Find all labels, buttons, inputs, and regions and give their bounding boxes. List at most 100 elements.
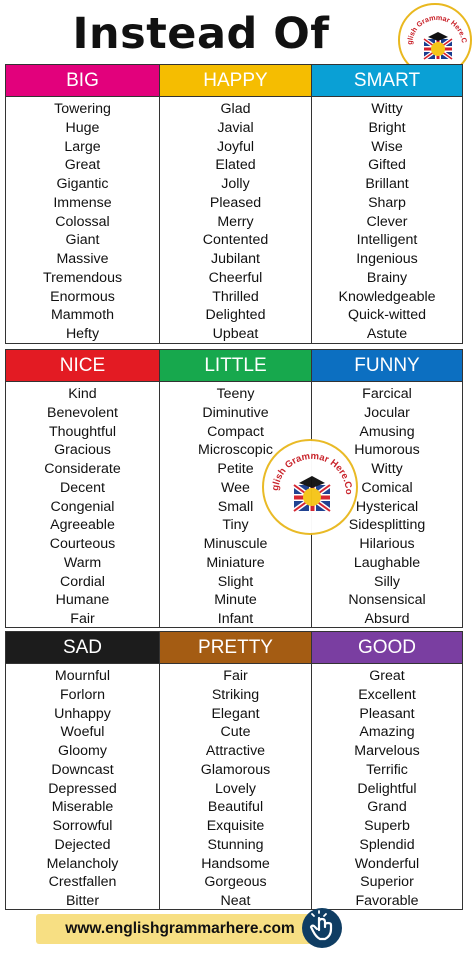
word-list: Witty Bright Wise Gifted Brillant Sharp Clever…: [312, 97, 462, 344]
section-row: NICE Kind Benevolent Thoughtful Gracious Con…: [5, 349, 463, 628]
word-item: Kind: [68, 386, 97, 402]
word-item: Pleased: [209, 194, 262, 211]
hand-pointer-button[interactable]: [302, 908, 342, 948]
word-item: Gorgeous: [204, 874, 267, 891]
word-item: Congenial: [50, 498, 115, 515]
word-item: Superb: [364, 818, 410, 834]
word-column: SAD Mournful Forlorn Unhappy Woeful Gloomy Do…: [6, 632, 159, 909]
word-item: Marvelous: [354, 743, 420, 759]
word-item: Cordial: [60, 573, 105, 590]
word-item: Lovely: [214, 780, 256, 797]
word-item: Contented: [202, 232, 269, 249]
word-item: Bright: [368, 119, 406, 136]
word-item: Considerate: [44, 461, 121, 477]
word-item: Compact: [207, 423, 264, 440]
word-list: Mournful Forlorn Unhappy Woeful Gloomy Downca…: [6, 664, 159, 911]
word-item: Quick-witted: [347, 307, 427, 324]
word-item: Exquisite: [206, 818, 265, 834]
word-item: Immense: [53, 194, 112, 211]
word-item: Amazing: [359, 724, 415, 741]
word-column: NICE Kind Benevolent Thoughtful Gracious Con…: [6, 350, 159, 627]
word-item: Brainy: [366, 269, 408, 286]
column-heading: FUNNY: [312, 350, 462, 382]
word-item: Minute: [214, 592, 257, 609]
word-item: Colossal: [55, 213, 110, 230]
word-item: Grand: [367, 799, 407, 816]
word-item: Bitter: [65, 893, 100, 909]
word-column: GOOD Great Excellent Pleasant Amazing Marvel…: [311, 632, 462, 909]
word-item: Slight: [217, 573, 254, 590]
word-item: Unhappy: [54, 705, 111, 722]
word-item: Elegant: [211, 705, 260, 722]
word-item: Gracious: [54, 442, 111, 459]
word-item: Woeful: [60, 724, 105, 741]
word-item: Splendid: [359, 836, 415, 853]
word-item: Large: [64, 138, 101, 155]
word-item: Ingenious: [356, 251, 418, 267]
word-item: Miniature: [206, 554, 265, 571]
column-heading: BIG: [6, 65, 159, 97]
watermark-graphic: English Grammar Here.Com: [264, 441, 354, 514]
word-item: Astute: [366, 326, 408, 342]
word-item: Towering: [54, 101, 111, 117]
word-item: Delighted: [205, 307, 266, 324]
word-item: Huge: [65, 119, 100, 136]
word-item: Courteous: [49, 536, 116, 552]
column-heading: SMART: [312, 65, 462, 97]
word-item: Farcical: [362, 386, 412, 402]
word-item: Gigantic: [56, 176, 109, 192]
word-item: Mammoth: [50, 307, 115, 324]
word-item: Thrilled: [212, 288, 259, 305]
word-item: Teeny: [216, 386, 255, 402]
word-item: Thoughtful: [48, 423, 117, 440]
word-item: Javial: [217, 119, 254, 136]
word-item: Great: [369, 668, 405, 684]
word-item: Amusing: [359, 423, 415, 440]
word-item: Wise: [371, 138, 403, 155]
word-column: PRETTY Fair Striking Elegant Cute Attractive…: [159, 632, 311, 909]
word-list: Towering Huge Large Great Gigantic Immense Col…: [6, 97, 159, 344]
word-item: Great: [64, 157, 101, 174]
word-item: Elated: [215, 157, 256, 174]
section-row: BIG Towering Huge Large Great Gigantic Immens…: [5, 64, 463, 344]
column-heading: SAD: [6, 632, 159, 664]
word-item: Cheerful: [208, 269, 263, 286]
hand-pointer-icon: [309, 910, 333, 941]
word-item: Gloomy: [58, 743, 107, 759]
word-column: BIG Towering Huge Large Great Gigantic Immens…: [6, 65, 159, 343]
word-item: Stunning: [207, 836, 264, 853]
word-item: Delightful: [357, 780, 417, 797]
word-item: Sharp: [368, 194, 406, 211]
word-item: Sorrowful: [52, 818, 113, 834]
word-item: Decent: [60, 479, 105, 496]
column-heading: PRETTY: [160, 632, 311, 664]
section-row: SAD Mournful Forlorn Unhappy Woeful Gloomy Do…: [5, 631, 463, 910]
word-item: Striking: [211, 686, 260, 703]
word-item: Tremendous: [42, 269, 123, 286]
word-item: Merry: [217, 213, 254, 230]
word-item: Clever: [366, 213, 408, 230]
word-item: Jubilant: [211, 251, 260, 267]
word-item: Glamorous: [200, 761, 271, 778]
footer-url[interactable]: www.englishgrammarhere.com: [45, 917, 315, 941]
column-heading: GOOD: [312, 632, 462, 664]
word-item: Witty: [371, 101, 403, 117]
word-item: Melancholy: [46, 855, 119, 872]
word-list: Kind Benevolent Thoughtful Gracious Consider…: [6, 382, 159, 629]
word-item: Glad: [220, 101, 251, 117]
word-item: Mournful: [54, 668, 111, 684]
word-item: Warm: [63, 554, 102, 571]
word-item: Attractive: [205, 743, 266, 759]
column-heading: LITTLE: [160, 350, 311, 382]
column-heading: NICE: [6, 350, 159, 382]
word-item: Crestfallen: [48, 874, 117, 891]
word-item: Silly: [373, 573, 400, 590]
word-item: Infant: [217, 611, 254, 627]
watermark-logo: English Grammar Here.Com: [262, 439, 358, 535]
word-item: Hilarious: [359, 536, 415, 552]
word-item: Handsome: [201, 855, 270, 872]
word-item: Beautiful: [207, 799, 264, 816]
word-item: Benevolent: [47, 404, 118, 421]
word-column: HAPPY Glad Javial Joyful Elated Jolly Pleased…: [159, 65, 311, 343]
word-item: Intelligent: [356, 232, 418, 249]
